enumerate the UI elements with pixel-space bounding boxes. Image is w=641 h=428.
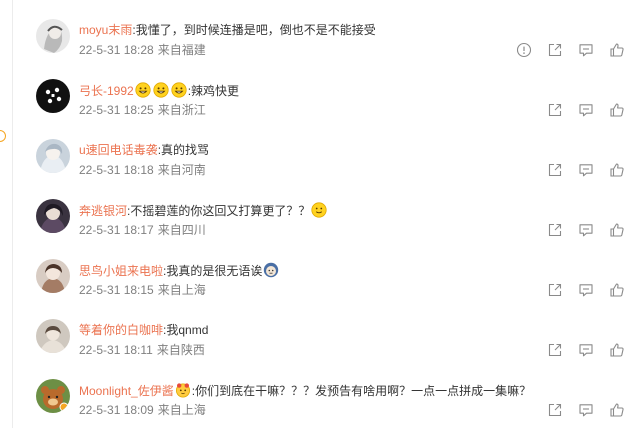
username-link[interactable]: u速回电话毒袭 [79,143,158,157]
comment-location: 来自上海 [157,283,206,297]
share-icon[interactable] [547,402,563,418]
grin-face-icon [171,82,187,98]
share-icon[interactable] [547,162,563,178]
report-icon[interactable] [516,42,532,58]
comment-item: u速回电话毒袭:真的找骂 22-5-31 18:18 来自河南 [13,120,641,180]
share-icon[interactable] [547,222,563,238]
grin-face-icon [135,82,151,98]
avatar[interactable] [36,19,70,53]
comment-meta: 22-5-31 18:18 来自河南 [79,163,206,177]
like-icon[interactable] [609,282,625,298]
comment-text: 我真的是很无语诶 [166,264,263,278]
comment-icon[interactable] [578,42,594,58]
comment-body: moyu末雨:我懂了，到时候连播是吧，倒也不是不能接受 [79,22,376,38]
comment-actions [532,222,625,238]
comment-meta: 22-5-31 18:17 来自四川 [79,223,206,237]
comment-body: Moonlight_佐伊酱:你们到底在干嘛？？？发预告有啥用啊？一点一点拼成一集… [79,382,531,399]
comment-text: 辣鸡快更 [191,84,240,98]
comment-timestamp: 22-5-31 18:11 [79,343,153,357]
comment-actions [501,42,625,58]
username-link[interactable]: Moonlight_佐伊酱 [79,384,174,398]
share-icon[interactable] [547,342,563,358]
comment-location: 来自福建 [157,43,206,57]
like-icon[interactable] [609,162,625,178]
comment-meta: 22-5-31 18:15 来自上海 [79,283,206,297]
comment-timestamp: 22-5-31 18:15 [79,283,154,297]
comment-timestamp: 22-5-31 18:25 [79,103,154,117]
comment-meta: 22-5-31 18:25 来自浙江 [79,103,206,117]
comment-actions [532,162,625,178]
share-icon[interactable] [547,42,563,58]
avatar[interactable] [36,259,70,293]
comment-item: 弓长-1992:辣鸡快更 22-5-31 18:25 来自浙江 [13,60,641,120]
like-icon[interactable] [609,102,625,118]
comment-location: 来自浙江 [157,103,206,117]
comment-icon[interactable] [578,102,594,118]
comment-item: 奔逃银河:不摇碧莲的你这回又打算更了？？ 22-5-31 18:17 来自四川 [13,180,641,240]
left-panel-edge [0,0,13,428]
like-icon[interactable] [609,222,625,238]
comment-timestamp: 22-5-31 18:18 [79,163,154,177]
username-link[interactable]: 等着你的白咖啡 [79,323,163,337]
comment-actions [532,282,625,298]
comment-location: 来自河南 [157,163,206,177]
grin-face-icon [153,82,169,98]
smile-face-icon [311,202,327,218]
avatar[interactable] [36,199,70,233]
comment-icon[interactable] [578,222,594,238]
username-link[interactable]: moyu末雨 [79,23,132,37]
comment-actions [532,342,625,358]
comment-item: moyu末雨:我懂了，到时候连播是吧，倒也不是不能接受 22-5-31 18:2… [13,0,641,60]
avatar[interactable] [36,139,70,173]
comment-location: 来自上海 [157,403,206,417]
cute-face-icon [175,382,191,398]
comment-body: 奔逃银河:不摇碧莲的你这回又打算更了？？ [79,202,328,219]
speechless-face-icon [263,262,279,278]
comment-icon[interactable] [578,282,594,298]
comment-location: 来自陕西 [156,343,205,357]
comment-body: 等着你的白咖啡:我qnmd [79,322,208,338]
comment-location: 来自四川 [157,223,206,237]
avatar[interactable] [36,79,70,113]
comment-list: moyu末雨:我懂了，到时候连播是吧，倒也不是不能接受 22-5-31 18:2… [13,0,641,428]
like-icon[interactable] [609,402,625,418]
comment-meta: 22-5-31 18:28 来自福建 [79,43,206,57]
avatar[interactable] [36,319,70,353]
username-link[interactable]: 思鸟小姐来电啦 [79,264,163,278]
comment-icon[interactable] [578,342,594,358]
share-icon[interactable] [547,282,563,298]
avatar[interactable] [36,379,70,413]
username-link[interactable]: 弓长-1992 [79,84,134,98]
comment-body: u速回电话毒袭:真的找骂 [79,142,209,158]
comment-item: Moonlight_佐伊酱:你们到底在干嘛？？？发预告有啥用啊？一点一点拼成一集… [13,360,641,420]
comment-meta: 22-5-31 18:11 来自陕西 [79,343,205,357]
comment-icon[interactable] [578,162,594,178]
comment-icon[interactable] [578,402,594,418]
share-icon[interactable] [547,102,563,118]
like-icon[interactable] [609,342,625,358]
comment-item: 思鸟小姐来电啦:我真的是很无语诶 22-5-31 18:15 来自上海 [13,240,641,300]
comment-text: 你们到底在干嘛？？？发预告有啥用啊？一点一点拼成一集嘛？ [195,384,532,398]
comment-body: 思鸟小姐来电啦:我真的是很无语诶 [79,262,280,279]
like-icon[interactable] [609,42,625,58]
comment-text: 真的找骂 [161,143,210,157]
comment-meta: 22-5-31 18:09 来自上海 [79,403,206,417]
comment-actions [532,102,625,118]
comment-text: 我qnmd [166,323,209,337]
comment-item: 等着你的白咖啡:我qnmd 22-5-31 18:11 来自陕西 [13,300,641,360]
comment-timestamp: 22-5-31 18:28 [79,43,154,57]
comment-body: 弓长-1992:辣鸡快更 [79,82,239,99]
comment-text: 不摇碧莲的你这回又打算更了？？ [130,204,311,218]
comment-timestamp: 22-5-31 18:17 [79,223,154,237]
notification-ring-icon [0,130,6,142]
username-link[interactable]: 奔逃银河 [79,204,127,218]
comment-timestamp: 22-5-31 18:09 [79,403,154,417]
comment-actions [532,402,625,418]
comment-text: 我懂了，到时候连播是吧，倒也不是不能接受 [135,23,376,37]
